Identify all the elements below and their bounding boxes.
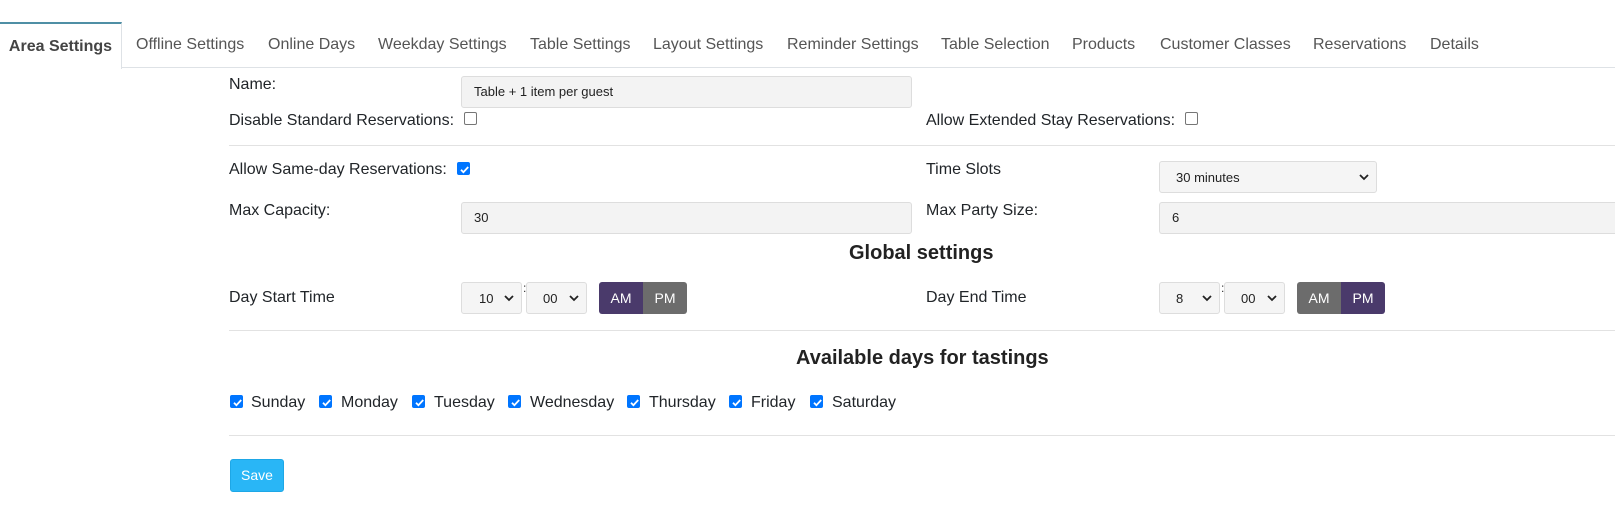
name-label: Name: [229, 76, 277, 93]
tuesday-label: Tuesday [434, 394, 495, 411]
time-slots-label: Time Slots [926, 161, 1001, 178]
tab-products[interactable]: Products [1072, 22, 1135, 68]
saturday-label: Saturday [832, 394, 897, 411]
day-start-hour-select[interactable]: 10 [461, 282, 522, 314]
day-end-minute-value: 00 [1241, 291, 1256, 306]
sunday-checkbox[interactable] [230, 395, 243, 408]
tab-offline-settings[interactable]: Offline Settings [136, 22, 244, 68]
checkmark-icon [460, 166, 469, 174]
day-start-minute-select[interactable]: 00 [526, 282, 587, 314]
day-end-ampm-toggle: AM PM [1297, 282, 1385, 314]
day-start-hour-value: 10 [479, 291, 494, 306]
sunday-label: Sunday [251, 394, 306, 411]
day-end-am-button[interactable]: AM [1297, 282, 1341, 314]
wednesday-label: Wednesday [530, 394, 615, 411]
tab-table-selection[interactable]: Table Selection [941, 22, 1050, 68]
wednesday-checkbox[interactable] [508, 395, 521, 408]
time-slots-select[interactable]: 30 minutes [1159, 161, 1377, 193]
tab-table-settings[interactable]: Table Settings [530, 22, 631, 68]
day-start-pm-button[interactable]: PM [643, 282, 687, 314]
checkmark-icon [630, 399, 639, 407]
max-party-size-label: Max Party Size: [926, 202, 1039, 219]
saturday-checkbox[interactable] [810, 395, 823, 408]
checkmark-icon [322, 399, 331, 407]
allow-extended-label: Allow Extended Stay Reservations: [926, 112, 1176, 129]
day-start-am-button[interactable]: AM [599, 282, 643, 314]
allow-same-day-label: Allow Same-day Reservations: [229, 161, 447, 178]
checkmark-icon [415, 399, 424, 407]
tuesday-checkbox[interactable] [412, 395, 425, 408]
section-divider [229, 145, 1615, 146]
day-end-minute-select[interactable]: 00 [1224, 282, 1285, 314]
tab-reservations[interactable]: Reservations [1313, 22, 1406, 68]
thursday-checkbox[interactable] [627, 395, 640, 408]
tab-details[interactable]: Details [1430, 22, 1479, 68]
chevron-down-icon [504, 295, 514, 302]
available-days-heading: Available days for tastings [796, 347, 1049, 369]
tab-customer-classes[interactable]: Customer Classes [1160, 22, 1291, 68]
allow-same-day-checkbox[interactable] [457, 162, 470, 175]
checkmark-icon [813, 399, 822, 407]
tab-weekday-settings[interactable]: Weekday Settings [378, 22, 507, 68]
save-button[interactable]: Save [230, 459, 284, 492]
tab-layout-settings[interactable]: Layout Settings [653, 22, 763, 68]
chevron-down-icon [1359, 174, 1369, 181]
tab-online-days[interactable]: Online Days [268, 22, 355, 68]
section-divider [229, 435, 1615, 436]
global-settings-heading: Global settings [849, 242, 994, 264]
monday-checkbox[interactable] [319, 395, 332, 408]
checkmark-icon [732, 399, 741, 407]
chevron-down-icon [569, 295, 579, 302]
day-end-time-label: Day End Time [926, 289, 1027, 306]
chevron-down-icon [1202, 295, 1212, 302]
friday-label: Friday [751, 394, 796, 411]
monday-label: Monday [341, 394, 398, 411]
friday-checkbox[interactable] [729, 395, 742, 408]
checkmark-icon [511, 399, 520, 407]
disable-standard-checkbox[interactable] [464, 112, 477, 125]
checkmark-icon [233, 399, 242, 407]
chevron-down-icon [1267, 295, 1277, 302]
name-input[interactable]: Table + 1 item per guest [461, 76, 912, 108]
tab-reminder-settings[interactable]: Reminder Settings [787, 22, 919, 68]
day-start-ampm-toggle: AM PM [599, 282, 687, 314]
max-party-size-input[interactable]: 6 [1159, 202, 1615, 234]
allow-extended-checkbox[interactable] [1185, 112, 1198, 125]
section-divider [229, 330, 1615, 331]
day-end-hour-value: 8 [1176, 291, 1184, 306]
day-start-minute-value: 00 [543, 291, 558, 306]
max-capacity-label: Max Capacity: [229, 202, 331, 219]
day-end-hour-select[interactable]: 8 [1159, 282, 1220, 314]
settings-tab-bar: Area Settings Offline Settings Online Da… [0, 22, 1615, 69]
tab-area-settings[interactable]: Area Settings [0, 22, 122, 69]
max-capacity-input[interactable]: 30 [461, 202, 912, 234]
disable-standard-label: Disable Standard Reservations: [229, 112, 455, 129]
thursday-label: Thursday [649, 394, 716, 411]
time-slots-value: 30 minutes [1176, 170, 1240, 185]
day-start-time-label: Day Start Time [229, 289, 335, 306]
day-end-pm-button[interactable]: PM [1341, 282, 1385, 314]
